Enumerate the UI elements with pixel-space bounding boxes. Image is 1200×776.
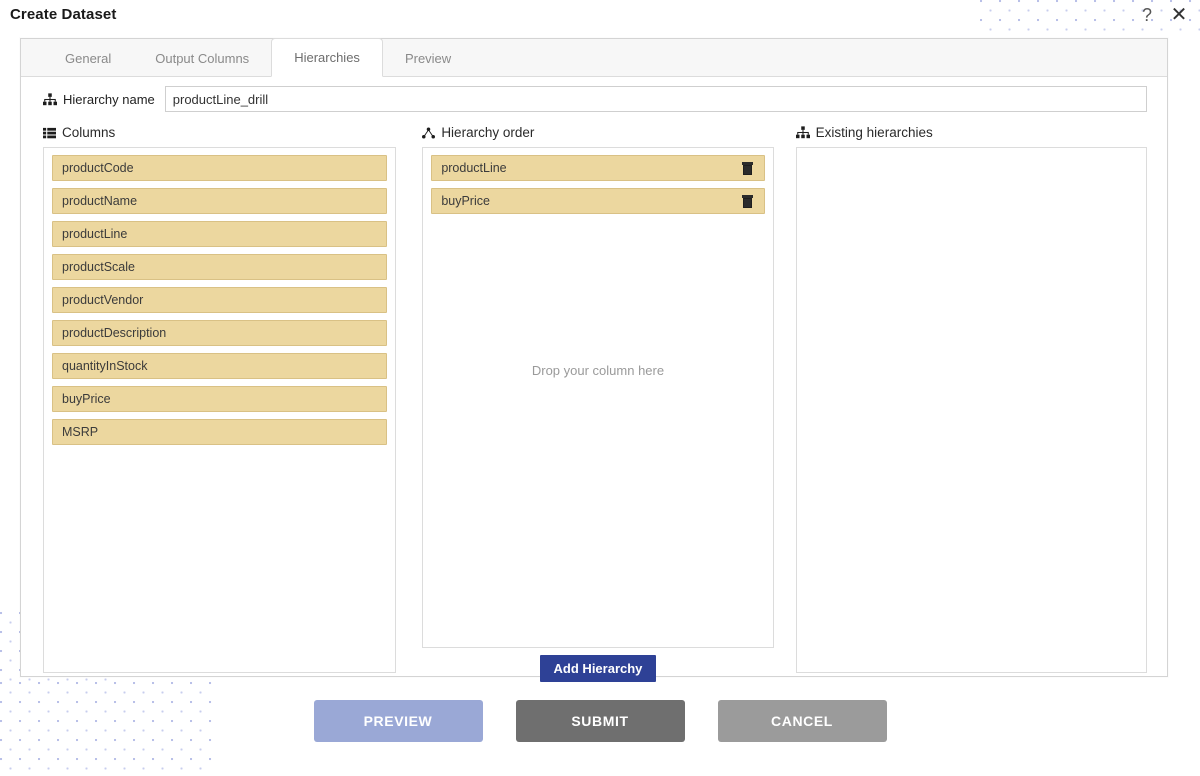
tab-hierarchies[interactable]: Hierarchies bbox=[271, 38, 383, 77]
column-chip[interactable]: productLine bbox=[52, 221, 388, 247]
create-dataset-panel: General Output Columns Hierarchies Previ… bbox=[20, 38, 1168, 682]
hierarchy-order-chip[interactable]: productLine bbox=[431, 155, 765, 181]
column-chip[interactable]: MSRP bbox=[52, 419, 388, 445]
trash-icon[interactable] bbox=[741, 195, 753, 208]
column-chip[interactable]: productName bbox=[52, 188, 388, 214]
existing-hierarchies-header: Existing hierarchies bbox=[795, 124, 1147, 141]
existing-hierarchies-panel: Existing hierarchies bbox=[795, 124, 1147, 682]
column-chip-label: productLine bbox=[62, 227, 128, 241]
column-chip-label: quantityInStock bbox=[62, 359, 148, 373]
column-chip-label: MSRP bbox=[62, 425, 99, 439]
hierarchy-order-title: Hierarchy order bbox=[441, 125, 535, 140]
existing-hierarchies-title: Existing hierarchies bbox=[815, 125, 933, 140]
hierarchy-order-dropzone[interactable]: productLine buyPrice Drop your column he… bbox=[422, 147, 774, 648]
share-nodes-icon bbox=[422, 127, 436, 139]
sitemap-icon bbox=[795, 126, 810, 139]
cancel-button[interactable]: CANCEL bbox=[717, 700, 887, 742]
existing-hierarchies-list[interactable] bbox=[795, 147, 1147, 673]
close-icon[interactable]: ✕ bbox=[1166, 2, 1192, 28]
submit-button[interactable]: SUBMIT bbox=[515, 700, 685, 742]
column-chip[interactable]: productScale bbox=[52, 254, 388, 280]
column-chip-label: productName bbox=[62, 194, 138, 208]
hierarchy-builder-area: Columns productCode productName productL… bbox=[21, 112, 1167, 682]
columns-list[interactable]: productCode productName productLine prod… bbox=[43, 147, 397, 673]
column-chip-label: productCode bbox=[62, 161, 134, 175]
column-chip-label: buyPrice bbox=[62, 392, 111, 406]
hierarchy-order-chip[interactable]: buyPrice bbox=[431, 188, 765, 214]
help-icon[interactable]: ? bbox=[1134, 2, 1160, 28]
column-chip[interactable]: buyPrice bbox=[52, 386, 388, 412]
column-chip-label: productDescription bbox=[62, 326, 167, 340]
tab-bar: General Output Columns Hierarchies Previ… bbox=[21, 38, 1167, 77]
columns-panel: Columns productCode productName productL… bbox=[43, 124, 397, 682]
list-icon bbox=[43, 127, 56, 139]
tab-output-columns[interactable]: Output Columns bbox=[133, 39, 271, 77]
hierarchy-name-label: Hierarchy name bbox=[63, 91, 155, 107]
hierarchy-name-input[interactable] bbox=[164, 86, 1147, 112]
hierarchy-order-chip-label: productLine bbox=[441, 161, 507, 175]
sitemap-icon bbox=[43, 92, 57, 106]
columns-panel-header: Columns bbox=[43, 124, 396, 141]
page-title: Create Dataset bbox=[10, 6, 117, 23]
column-chip-label: productScale bbox=[62, 260, 135, 274]
tab-preview[interactable]: Preview bbox=[383, 39, 473, 77]
add-hierarchy-button[interactable]: Add Hierarchy bbox=[539, 655, 657, 682]
hierarchy-order-panel: Hierarchy order productLine buyPrice Dro… bbox=[422, 124, 774, 682]
column-chip[interactable]: productCode bbox=[52, 155, 388, 181]
hierarchy-order-header: Hierarchy order bbox=[422, 124, 773, 141]
dialog-footer: PREVIEW SUBMIT CANCEL bbox=[0, 700, 1200, 742]
columns-panel-title: Columns bbox=[62, 125, 116, 140]
hierarchy-name-label-group: Hierarchy name bbox=[43, 92, 165, 107]
column-chip[interactable]: productVendor bbox=[52, 287, 388, 313]
column-chip[interactable]: quantityInStock bbox=[52, 353, 388, 379]
hierarchy-name-row: Hierarchy name bbox=[21, 77, 1167, 112]
column-chip[interactable]: productDescription bbox=[52, 320, 388, 346]
drop-hint-text: Drop your column here bbox=[531, 363, 665, 378]
column-chip-label: productVendor bbox=[62, 293, 144, 307]
hierarchy-order-chip-label: buyPrice bbox=[441, 194, 490, 208]
trash-icon[interactable] bbox=[741, 162, 753, 175]
preview-button[interactable]: PREVIEW bbox=[313, 700, 483, 742]
tab-general[interactable]: General bbox=[43, 39, 133, 77]
